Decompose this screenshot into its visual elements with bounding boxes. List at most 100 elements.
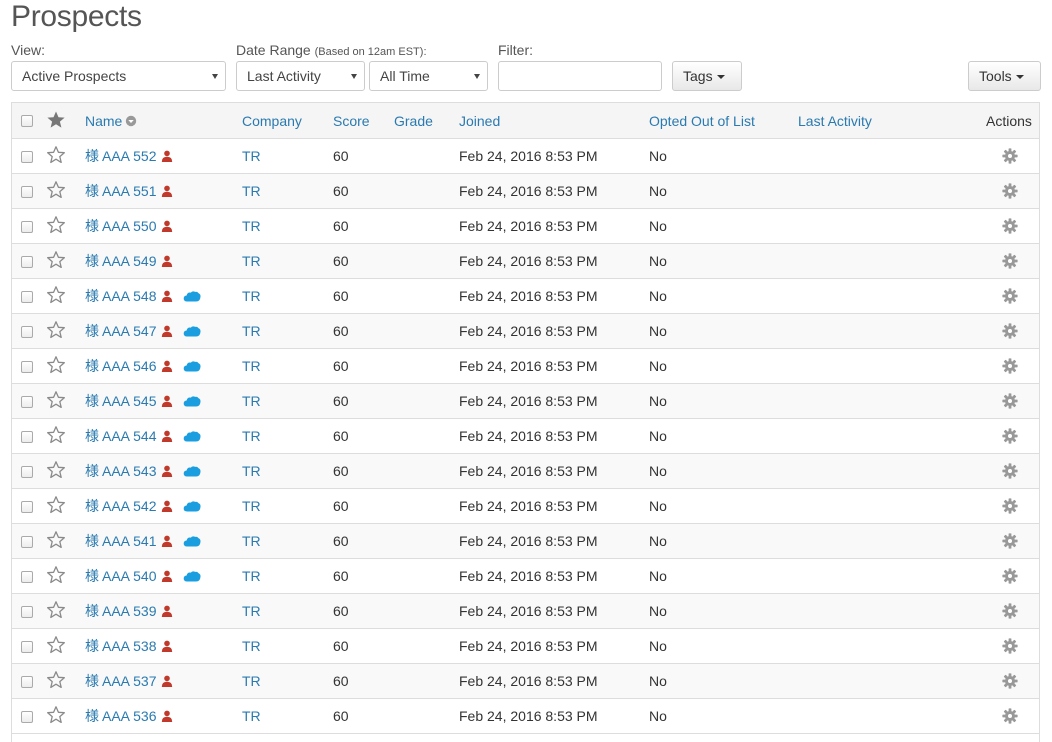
gear-icon[interactable]	[1002, 393, 1018, 409]
row-checkbox[interactable]	[21, 676, 33, 688]
company-link[interactable]: TR	[242, 559, 261, 594]
company-link[interactable]: TR	[242, 664, 261, 699]
row-checkbox[interactable]	[21, 711, 33, 723]
row-checkbox[interactable]	[21, 186, 33, 198]
row-checkbox[interactable]	[21, 641, 33, 653]
company-link[interactable]: TR	[242, 594, 261, 629]
row-checkbox[interactable]	[21, 326, 33, 338]
star-icon[interactable]	[46, 670, 66, 690]
gear-icon[interactable]	[1002, 533, 1018, 549]
salesforce-cloud-icon[interactable]	[183, 430, 201, 442]
prospect-name-link[interactable]: 様 AAA 541	[85, 524, 201, 559]
star-icon[interactable]	[46, 250, 66, 270]
prospect-name-link[interactable]: 様 AAA 551	[85, 174, 173, 209]
salesforce-cloud-icon[interactable]	[183, 500, 201, 512]
row-checkbox[interactable]	[21, 256, 33, 268]
star-icon[interactable]	[46, 390, 66, 410]
prospect-name-link[interactable]: 様 AAA 537	[85, 664, 173, 699]
gear-icon[interactable]	[1002, 498, 1018, 514]
row-checkbox[interactable]	[21, 221, 33, 233]
column-header-name[interactable]: Name	[85, 103, 137, 139]
column-header-opted-out[interactable]: Opted Out of List	[649, 103, 755, 139]
gear-icon[interactable]	[1002, 288, 1018, 304]
star-icon[interactable]	[46, 110, 66, 130]
column-header-company[interactable]: Company	[242, 103, 302, 139]
prospect-name-link[interactable]: 様 AAA 538	[85, 629, 173, 664]
company-link[interactable]: TR	[242, 244, 261, 279]
date-time-select[interactable]: All Time	[369, 61, 488, 91]
row-checkbox[interactable]	[21, 151, 33, 163]
prospect-name-link[interactable]: 様 AAA 547	[85, 314, 201, 349]
tools-button[interactable]: Tools	[968, 61, 1041, 91]
company-link[interactable]: TR	[242, 279, 261, 314]
company-link[interactable]: TR	[242, 489, 261, 524]
star-icon[interactable]	[46, 215, 66, 235]
view-select[interactable]: Active Prospects	[11, 61, 226, 91]
company-link[interactable]: TR	[242, 454, 261, 489]
gear-icon[interactable]	[1002, 673, 1018, 689]
gear-icon[interactable]	[1002, 603, 1018, 619]
row-checkbox[interactable]	[21, 431, 33, 443]
prospect-name-link[interactable]: 様 AAA 543	[85, 454, 201, 489]
prospect-name-link[interactable]: 様 AAA 540	[85, 559, 201, 594]
company-link[interactable]: TR	[242, 174, 261, 209]
star-icon[interactable]	[46, 635, 66, 655]
gear-icon[interactable]	[1002, 708, 1018, 724]
star-icon[interactable]	[46, 425, 66, 445]
star-icon[interactable]	[46, 145, 66, 165]
star-icon[interactable]	[46, 530, 66, 550]
gear-icon[interactable]	[1002, 428, 1018, 444]
gear-icon[interactable]	[1002, 463, 1018, 479]
gear-icon[interactable]	[1002, 323, 1018, 339]
prospect-name-link[interactable]: 様 AAA 546	[85, 349, 201, 384]
column-header-score[interactable]: Score	[333, 103, 370, 139]
star-icon[interactable]	[46, 355, 66, 375]
salesforce-cloud-icon[interactable]	[183, 535, 201, 547]
salesforce-cloud-icon[interactable]	[183, 465, 201, 477]
company-link[interactable]: TR	[242, 349, 261, 384]
salesforce-cloud-icon[interactable]	[183, 570, 201, 582]
company-link[interactable]: TR	[242, 314, 261, 349]
company-link[interactable]: TR	[242, 139, 261, 174]
prospect-name-link[interactable]: 様 AAA 552	[85, 139, 173, 174]
prospect-name-link[interactable]: 様 AAA 548	[85, 279, 201, 314]
prospect-name-link[interactable]: 様 AAA 539	[85, 594, 173, 629]
star-icon[interactable]	[46, 565, 66, 585]
company-link[interactable]: TR	[242, 209, 261, 244]
prospect-name-link[interactable]: 様 AAA 542	[85, 489, 201, 524]
star-icon[interactable]	[46, 460, 66, 480]
star-icon[interactable]	[46, 180, 66, 200]
row-checkbox[interactable]	[21, 606, 33, 618]
row-checkbox[interactable]	[21, 466, 33, 478]
salesforce-cloud-icon[interactable]	[183, 360, 201, 372]
column-header-joined[interactable]: Joined	[459, 103, 500, 139]
row-checkbox[interactable]	[21, 536, 33, 548]
prospect-name-link[interactable]: 様 AAA 550	[85, 209, 173, 244]
gear-icon[interactable]	[1002, 148, 1018, 164]
select-all-checkbox[interactable]	[21, 115, 33, 127]
tags-button[interactable]: Tags	[672, 61, 742, 91]
prospect-name-link[interactable]: 様 AAA 545	[85, 384, 201, 419]
row-checkbox[interactable]	[21, 571, 33, 583]
salesforce-cloud-icon[interactable]	[183, 290, 201, 302]
row-checkbox[interactable]	[21, 291, 33, 303]
star-icon[interactable]	[46, 285, 66, 305]
star-icon[interactable]	[46, 495, 66, 515]
date-activity-select[interactable]: Last Activity	[236, 61, 365, 91]
star-icon[interactable]	[46, 705, 66, 725]
prospect-name-link[interactable]: 様 AAA 536	[85, 699, 173, 734]
star-icon[interactable]	[46, 320, 66, 340]
prospect-name-link[interactable]: 様 AAA 544	[85, 419, 201, 454]
salesforce-cloud-icon[interactable]	[183, 325, 201, 337]
gear-icon[interactable]	[1002, 218, 1018, 234]
prospect-name-link[interactable]: 様 AAA 549	[85, 244, 173, 279]
row-checkbox[interactable]	[21, 501, 33, 513]
row-checkbox[interactable]	[21, 361, 33, 373]
company-link[interactable]: TR	[242, 629, 261, 664]
company-link[interactable]: TR	[242, 384, 261, 419]
column-header-grade[interactable]: Grade	[394, 103, 433, 139]
gear-icon[interactable]	[1002, 183, 1018, 199]
company-link[interactable]: TR	[242, 524, 261, 559]
gear-icon[interactable]	[1002, 253, 1018, 269]
star-icon[interactable]	[46, 600, 66, 620]
